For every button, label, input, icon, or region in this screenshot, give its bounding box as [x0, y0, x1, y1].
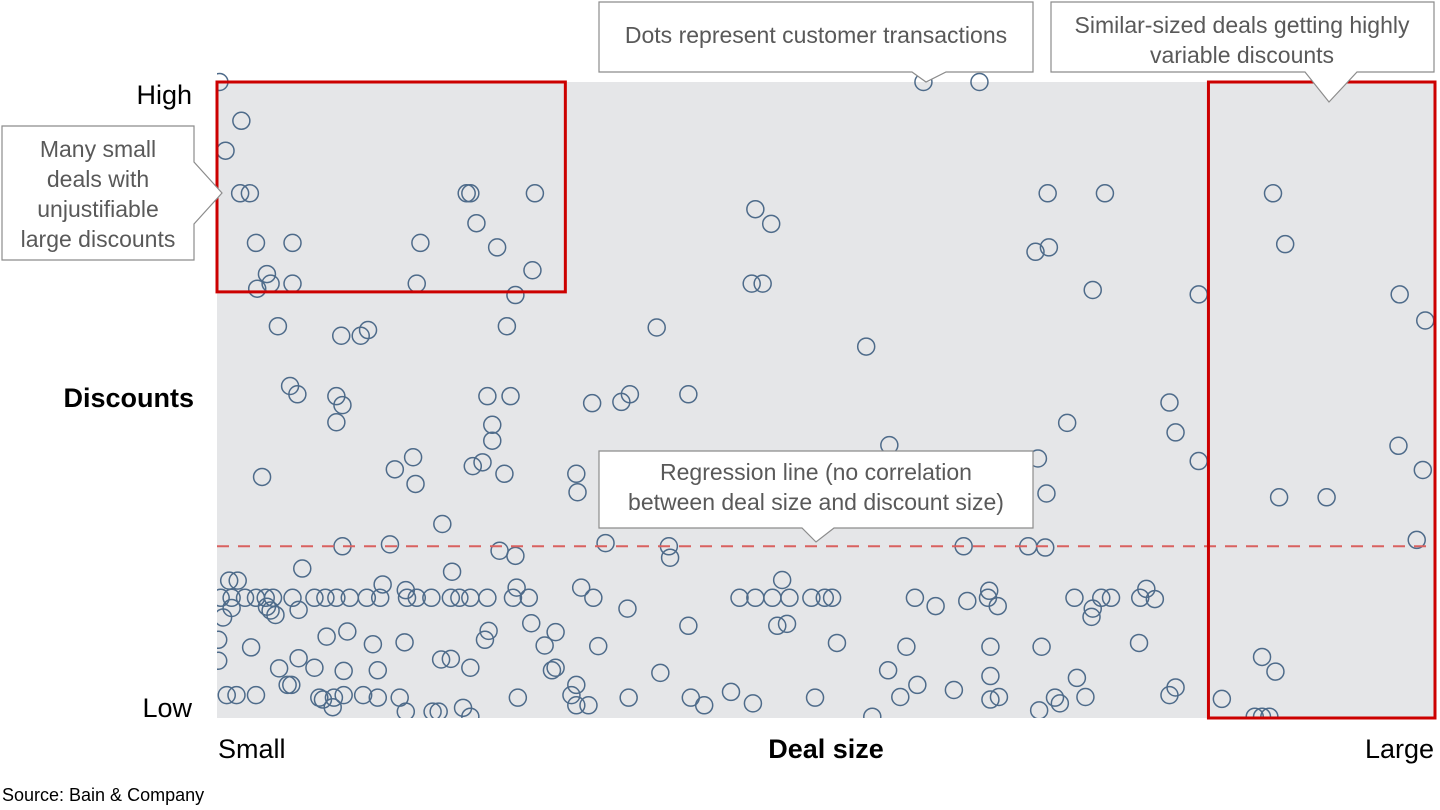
plot-background [217, 82, 1435, 718]
y-tick-high: High [136, 80, 192, 110]
callout-line: deals with [47, 166, 149, 192]
callout-line: large discounts [21, 226, 176, 252]
callout-line: between deal size and discount size) [628, 489, 1004, 515]
callout-line: Many small [40, 136, 156, 162]
callout-line: unjustifiable [37, 196, 158, 222]
scatter-chart: Many small deals with unjustifiable larg… [1, 1, 1437, 764]
y-axis-title: Discounts [63, 383, 194, 413]
callout-regression-line: Regression line (no correlation between … [598, 450, 1034, 543]
callout-line: Similar-sized deals getting highly [1075, 12, 1410, 38]
callout-line: Dots represent customer transactions [625, 22, 1007, 48]
y-tick-low: Low [142, 693, 192, 723]
x-axis-title: Deal size [768, 734, 884, 764]
callout-line: variable discounts [1150, 42, 1334, 68]
x-tick-large: Large [1365, 734, 1434, 764]
callout-line: Regression line (no correlation [660, 459, 972, 485]
callout-dots-represent: Dots represent customer transactions [598, 1, 1034, 83]
source-note: Source: Bain & Company [2, 785, 205, 805]
callout-many-small-deals: Many small deals with unjustifiable larg… [1, 125, 223, 261]
x-tick-small: Small [218, 734, 286, 764]
